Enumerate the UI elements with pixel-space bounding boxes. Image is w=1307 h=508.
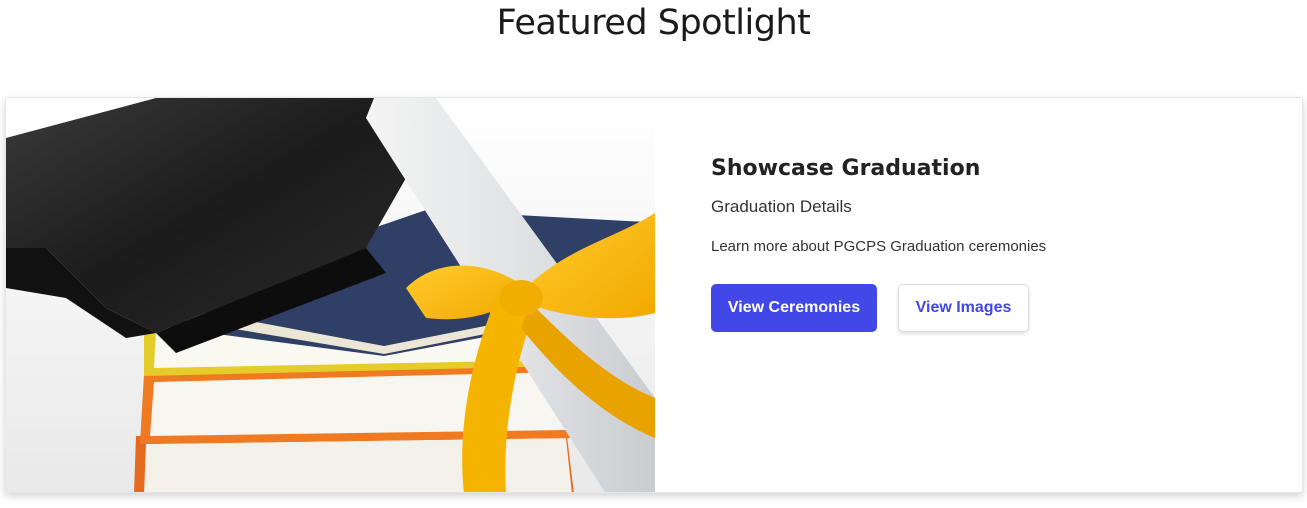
- card-title: Showcase Graduation: [711, 156, 981, 181]
- graduation-image: [6, 98, 655, 492]
- card-body: Showcase Graduation Graduation Details L…: [711, 154, 1271, 332]
- section-title: Featured Spotlight: [496, 3, 811, 43]
- view-images-button[interactable]: View Images: [898, 284, 1029, 332]
- card-subtitle: Graduation Details: [711, 197, 852, 216]
- view-ceremonies-button[interactable]: View Ceremonies: [711, 284, 877, 332]
- spotlight-card: Showcase Graduation Graduation Details L…: [5, 97, 1303, 493]
- featured-spotlight-page: Featured Spotlight Showcase Graduation G…: [0, 0, 1307, 508]
- card-description: Learn more about PGCPS Graduation ceremo…: [711, 238, 1047, 255]
- card-actions: View Ceremonies View Images: [711, 284, 1271, 332]
